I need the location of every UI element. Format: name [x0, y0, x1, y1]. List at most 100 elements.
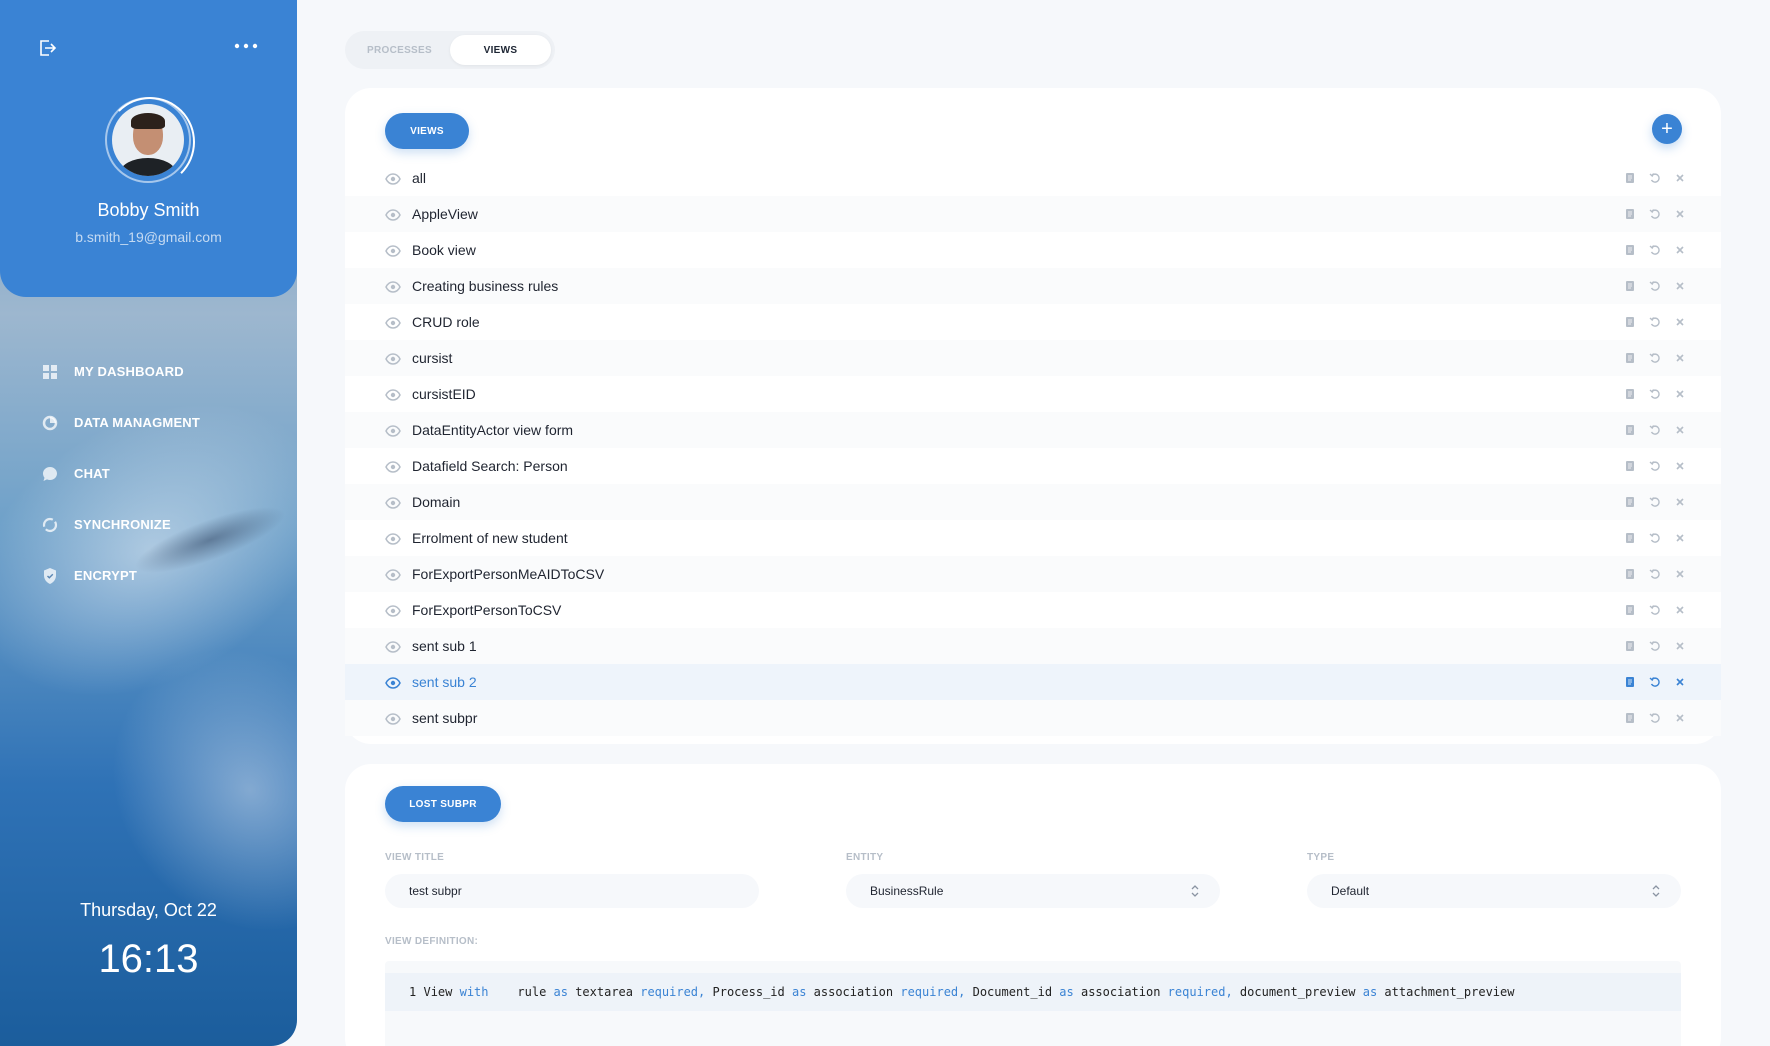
view-row[interactable]: Errolment of new student	[345, 520, 1721, 556]
document-icon[interactable]	[1623, 639, 1637, 653]
undo-icon[interactable]	[1648, 171, 1662, 185]
document-icon[interactable]	[1623, 243, 1637, 257]
eye-icon[interactable]	[385, 388, 401, 401]
eye-icon[interactable]	[385, 604, 401, 617]
document-icon[interactable]	[1623, 171, 1637, 185]
document-icon[interactable]	[1623, 567, 1637, 581]
undo-icon[interactable]	[1648, 711, 1662, 725]
more-options-icon[interactable]	[234, 38, 258, 58]
view-row[interactable]: Creating business rules	[345, 268, 1721, 304]
view-row[interactable]: Book view	[345, 232, 1721, 268]
view-definition-editor[interactable]: 1 View with rule as textarea required, P…	[385, 961, 1681, 1046]
document-icon[interactable]	[1623, 531, 1637, 545]
eye-icon[interactable]	[385, 532, 401, 545]
nav-item-dashboard[interactable]: MY DASHBOARD	[42, 346, 200, 397]
undo-icon[interactable]	[1648, 423, 1662, 437]
nav-item-data-managment[interactable]: DATA MANAGMENT	[42, 397, 200, 448]
add-view-button[interactable]: +	[1652, 114, 1682, 144]
document-icon[interactable]	[1623, 459, 1637, 473]
tab-processes[interactable]: PROCESSES	[349, 35, 450, 65]
close-icon[interactable]	[1673, 171, 1687, 185]
view-row[interactable]: all	[345, 160, 1721, 196]
nav-item-chat[interactable]: CHAT	[42, 448, 200, 499]
close-icon[interactable]	[1673, 567, 1687, 581]
view-row[interactable]: CRUD role	[345, 304, 1721, 340]
view-definition-label: VIEW DEFINITION:	[385, 936, 479, 947]
document-icon[interactable]	[1623, 603, 1637, 617]
eye-icon[interactable]	[385, 424, 401, 437]
eye-icon[interactable]	[385, 568, 401, 581]
view-name-button[interactable]: LOST SUBPR	[385, 786, 501, 822]
avatar[interactable]	[112, 104, 184, 176]
undo-icon[interactable]	[1648, 279, 1662, 293]
logout-icon[interactable]	[36, 37, 58, 59]
view-row[interactable]: sent subpr	[345, 700, 1721, 736]
view-row[interactable]: AppleView	[345, 196, 1721, 232]
eye-icon[interactable]	[385, 172, 401, 185]
undo-icon[interactable]	[1648, 495, 1662, 509]
type-select[interactable]: Default	[1307, 874, 1681, 908]
document-icon[interactable]	[1623, 207, 1637, 221]
document-icon[interactable]	[1623, 675, 1637, 689]
view-row[interactable]: cursist	[345, 340, 1721, 376]
view-row[interactable]: Domain	[345, 484, 1721, 520]
eye-icon[interactable]	[385, 316, 401, 329]
document-icon[interactable]	[1623, 711, 1637, 725]
tab-views[interactable]: VIEWS	[450, 35, 551, 65]
document-icon[interactable]	[1623, 495, 1637, 509]
undo-icon[interactable]	[1648, 207, 1662, 221]
close-icon[interactable]	[1673, 675, 1687, 689]
nav-item-synchronize[interactable]: SYNCHRONIZE	[42, 499, 200, 550]
close-icon[interactable]	[1673, 207, 1687, 221]
close-icon[interactable]	[1673, 315, 1687, 329]
entity-select[interactable]: BusinessRule	[846, 874, 1220, 908]
eye-icon[interactable]	[385, 352, 401, 365]
eye-icon[interactable]	[385, 460, 401, 473]
eye-icon[interactable]	[385, 280, 401, 293]
eye-icon[interactable]	[385, 208, 401, 221]
eye-icon[interactable]	[385, 676, 401, 689]
undo-icon[interactable]	[1648, 351, 1662, 365]
undo-icon[interactable]	[1648, 459, 1662, 473]
undo-icon[interactable]	[1648, 387, 1662, 401]
close-icon[interactable]	[1673, 495, 1687, 509]
view-row[interactable]: ForExportPersonToCSV	[345, 592, 1721, 628]
undo-icon[interactable]	[1648, 531, 1662, 545]
view-row[interactable]: sent sub 1	[345, 628, 1721, 664]
view-row[interactable]: sent sub 2	[345, 664, 1721, 700]
close-icon[interactable]	[1673, 531, 1687, 545]
code-keyword: required,	[1167, 985, 1233, 999]
nav-item-encrypt[interactable]: ENCRYPT	[42, 550, 200, 601]
undo-icon[interactable]	[1648, 567, 1662, 581]
views-heading-button[interactable]: VIEWS	[385, 113, 469, 149]
close-icon[interactable]	[1673, 711, 1687, 725]
eye-icon[interactable]	[385, 640, 401, 653]
view-row[interactable]: ForExportPersonMeAIDToCSV	[345, 556, 1721, 592]
undo-icon[interactable]	[1648, 315, 1662, 329]
view-row[interactable]: cursistEID	[345, 376, 1721, 412]
close-icon[interactable]	[1673, 351, 1687, 365]
view-row[interactable]: Datafield Search: Person	[345, 448, 1721, 484]
close-icon[interactable]	[1673, 639, 1687, 653]
code-line[interactable]: 1 View with rule as textarea required, P…	[385, 973, 1681, 1011]
close-icon[interactable]	[1673, 459, 1687, 473]
undo-icon[interactable]	[1648, 639, 1662, 653]
view-row[interactable]: DataEntityActor view form	[345, 412, 1721, 448]
close-icon[interactable]	[1673, 243, 1687, 257]
document-icon[interactable]	[1623, 279, 1637, 293]
eye-icon[interactable]	[385, 712, 401, 725]
document-icon[interactable]	[1623, 387, 1637, 401]
undo-icon[interactable]	[1648, 675, 1662, 689]
close-icon[interactable]	[1673, 279, 1687, 293]
close-icon[interactable]	[1673, 603, 1687, 617]
close-icon[interactable]	[1673, 423, 1687, 437]
eye-icon[interactable]	[385, 496, 401, 509]
document-icon[interactable]	[1623, 315, 1637, 329]
eye-icon[interactable]	[385, 244, 401, 257]
close-icon[interactable]	[1673, 387, 1687, 401]
undo-icon[interactable]	[1648, 243, 1662, 257]
document-icon[interactable]	[1623, 351, 1637, 365]
document-icon[interactable]	[1623, 423, 1637, 437]
view-title-input[interactable]: test subpr	[385, 874, 759, 908]
undo-icon[interactable]	[1648, 603, 1662, 617]
